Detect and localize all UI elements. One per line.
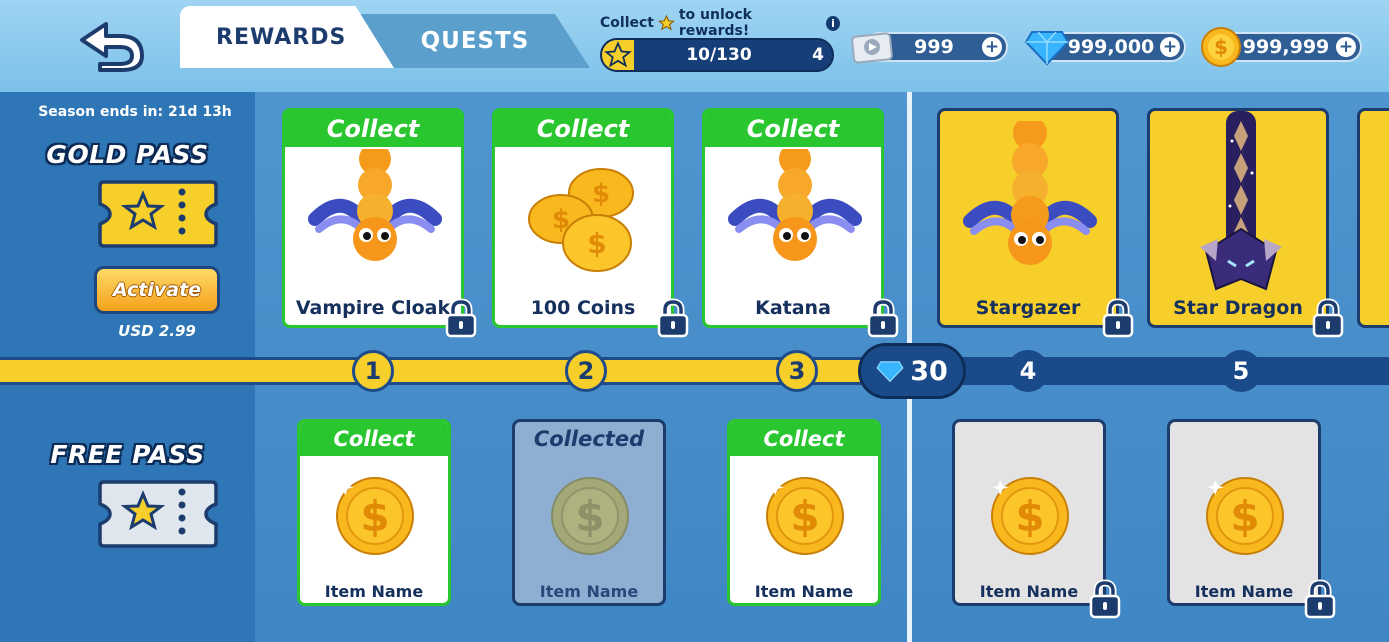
gem-icon	[876, 361, 904, 383]
lock-icon	[1304, 579, 1336, 619]
lock-icon	[1312, 298, 1344, 338]
gold-reward-card[interactable]: Collect Vampire Cloak	[282, 108, 477, 338]
free-reward-card: Collected $ Item Name	[512, 419, 666, 606]
activate-gold-pass-button[interactable]: Activate	[94, 266, 220, 314]
coin-icon: $	[551, 477, 629, 555]
coin-icon: $	[1206, 477, 1284, 555]
free-reward-card[interactable]: $ Item Name	[1167, 419, 1336, 619]
collect-hint: Collect to unlock rewards! i	[600, 7, 840, 39]
dragon-skin-icon	[1200, 111, 1282, 291]
coin-stack-icon: $ $ $	[528, 168, 634, 272]
gold-ticket-icon	[98, 180, 218, 248]
collected-label: Collected	[533, 427, 645, 451]
gold-reward-card[interactable]: Collect $ $ $ 100 Coins	[492, 108, 689, 338]
progress-track-completed	[0, 357, 880, 385]
free-ticket-icon	[98, 480, 218, 548]
level-node: 4	[1007, 350, 1049, 392]
snake-skin-icon	[308, 149, 442, 261]
free-pass-title: FREE PASS	[50, 440, 205, 469]
gem-icon	[1024, 31, 1070, 66]
reward-name: Star Dragon	[1173, 297, 1303, 319]
level-node: 2	[565, 350, 607, 392]
snake-skin-icon	[963, 121, 1097, 265]
reward-name: Item Name	[539, 582, 639, 601]
collect-hint-prefix: Collect	[600, 15, 654, 31]
svg-text:$: $	[592, 179, 610, 209]
collect-hint-suffix: to unlock rewards!	[678, 7, 752, 39]
back-arrow-icon	[80, 22, 144, 72]
gold-reward-card[interactable]: Star Dragon	[1147, 108, 1344, 338]
gold-reward-card[interactable]: Stargazer	[937, 108, 1134, 338]
reward-name: Vampire Cloak	[295, 297, 451, 319]
lock-icon	[867, 298, 899, 338]
svg-text:$: $	[1230, 492, 1259, 541]
svg-text:$: $	[575, 492, 604, 541]
collect-label: Collect	[285, 111, 461, 147]
svg-text:$: $	[1214, 35, 1228, 59]
reward-name: Item Name	[1194, 582, 1294, 601]
progress-text: 10/130	[686, 45, 752, 65]
progress-level: 4	[812, 45, 824, 65]
reward-name: Item Name	[324, 582, 424, 601]
svg-text:$: $	[1015, 492, 1044, 541]
coin-icon: $	[991, 477, 1069, 555]
lock-icon	[1089, 579, 1121, 619]
gold-reward-card[interactable]: Collect Katana	[702, 108, 899, 338]
coin-icon: $	[766, 477, 844, 555]
free-reward-card[interactable]: $ Item Name	[952, 419, 1121, 619]
free-reward-card[interactable]: Collect $ Item Name	[727, 419, 881, 606]
gold-pass-title: GOLD PASS	[46, 140, 209, 169]
lock-icon	[445, 298, 477, 338]
lock-icon	[1102, 298, 1134, 338]
snake-skin-icon	[728, 149, 862, 261]
reward-name: Item Name	[754, 582, 854, 601]
free-reward-card[interactable]: Collect $ Item Name	[297, 419, 451, 606]
gold-pass-price: USD 2.99	[118, 322, 196, 340]
add-gems-button[interactable]: +	[1160, 37, 1180, 57]
coin-icon: $	[336, 477, 414, 555]
season-timer: Season ends in: 21d 13h	[38, 104, 232, 120]
gem-unlock-cost: 30	[910, 355, 948, 387]
level-node: 3	[776, 350, 818, 392]
info-icon[interactable]: i	[825, 15, 840, 31]
add-tickets-button[interactable]: +	[982, 37, 1002, 57]
collect-label: Collect	[705, 111, 881, 147]
reward-name: 100 Coins	[530, 297, 636, 319]
ticket-icon	[851, 32, 893, 64]
add-coins-button[interactable]: +	[1336, 37, 1356, 57]
level-node: 1	[352, 350, 394, 392]
star-progress-bar: 10/130 4	[600, 38, 834, 72]
reward-name: Stargazer	[975, 297, 1081, 319]
back-button[interactable]	[76, 18, 146, 72]
lock-icon	[657, 298, 689, 338]
level-node: 5	[1220, 350, 1262, 392]
coin-icon: $	[1201, 27, 1241, 67]
gem-unlock-button[interactable]: 30	[858, 343, 966, 399]
gold-reward-card-partial[interactable]	[1357, 108, 1389, 328]
reward-name: Katana	[755, 297, 831, 319]
svg-text:$: $	[587, 227, 606, 260]
collect-label: Collect	[495, 111, 671, 147]
svg-text:$: $	[360, 492, 389, 541]
collect-label: Collect	[730, 422, 878, 456]
reward-name: Item Name	[979, 582, 1079, 601]
svg-text:$: $	[790, 492, 819, 541]
star-icon	[658, 14, 675, 31]
collect-label: Collect	[300, 422, 448, 456]
